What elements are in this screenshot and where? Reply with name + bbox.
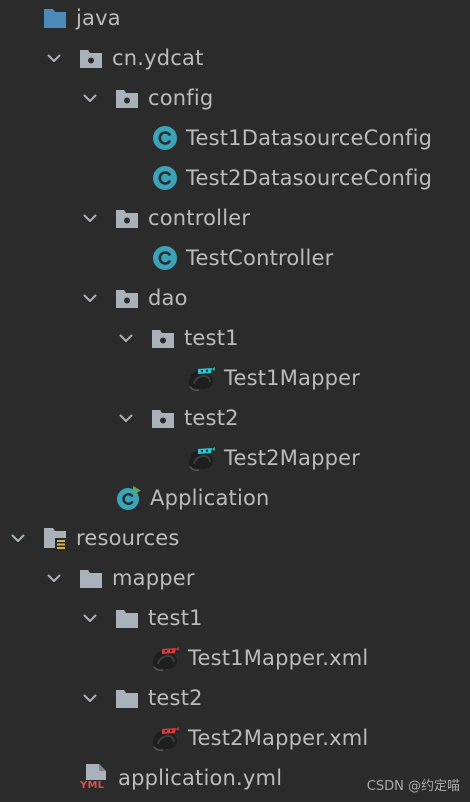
tree-node-controller[interactable]: controller <box>0 198 470 238</box>
tree-node-label: controller <box>148 206 251 230</box>
folder-icon <box>114 605 140 631</box>
tree-node-label: config <box>148 86 214 110</box>
package-folder-icon <box>78 45 104 71</box>
chevron-down-icon[interactable] <box>114 406 138 430</box>
tree-node-label: Test1DatasourceConfig <box>186 126 433 150</box>
tree-node-dao-test2[interactable]: test2 <box>0 398 470 438</box>
class-icon <box>152 125 178 151</box>
package-folder-icon <box>150 325 176 351</box>
folder-icon <box>114 685 140 711</box>
chevron-down-icon[interactable] <box>42 566 66 590</box>
package-folder-icon <box>114 285 140 311</box>
folder-blue-icon <box>42 5 68 31</box>
tree-node-mapper-test1[interactable]: test1 <box>0 598 470 638</box>
chevron-down-icon[interactable] <box>114 326 138 350</box>
resources-folder-icon <box>42 525 68 551</box>
package-folder-icon <box>114 205 140 231</box>
watermark: CSDN @约定喵 <box>366 779 460 794</box>
tree-node-application[interactable]: Application <box>0 478 470 518</box>
tree-node-label: Test1Mapper.xml <box>188 646 369 670</box>
chevron-down-icon[interactable] <box>78 286 102 310</box>
tree-node-test1-mapper[interactable]: Test1Mapper <box>0 358 470 398</box>
tree-node-label: cn.ydcat <box>112 46 204 70</box>
mybatis-xml-icon <box>150 645 180 671</box>
yml-badge: YML <box>80 780 105 791</box>
tree-node-dao[interactable]: dao <box>0 278 470 318</box>
tree-node-label: Test2DatasourceConfig <box>186 166 433 190</box>
tree-node-cn-ydcat[interactable]: cn.ydcat <box>0 38 470 78</box>
mybatis-mapper-icon <box>186 365 216 391</box>
tree-node-mapper-test2[interactable]: test2 <box>0 678 470 718</box>
tree-node-label: application.yml <box>118 766 283 790</box>
class-icon <box>152 165 178 191</box>
mybatis-mapper-icon <box>186 445 216 471</box>
tree-node-test2-mapper-xml[interactable]: Test2Mapper.xml <box>0 718 470 758</box>
package-folder-icon <box>114 85 140 111</box>
tree-node-resources[interactable]: resources <box>0 518 470 558</box>
tree-node-test-controller[interactable]: TestController <box>0 238 470 278</box>
class-icon <box>152 245 178 271</box>
tree-node-label: resources <box>76 526 180 550</box>
yml-file-icon: YML <box>80 764 112 792</box>
chevron-down-icon[interactable] <box>42 46 66 70</box>
chevron-down-icon[interactable] <box>78 206 102 230</box>
tree-node-label: dao <box>148 286 188 310</box>
chevron-down-icon[interactable] <box>78 686 102 710</box>
tree-node-label: test1 <box>184 326 239 350</box>
folder-icon <box>78 565 104 591</box>
tree-node-label: TestController <box>186 246 334 270</box>
tree-node-label: test2 <box>184 406 239 430</box>
tree-node-label: Test2Mapper.xml <box>188 726 369 750</box>
tree-node-dao-test1[interactable]: test1 <box>0 318 470 358</box>
tree-node-test2-datasource-config[interactable]: Test2DatasourceConfig <box>0 158 470 198</box>
tree-node-label: Application <box>150 486 270 510</box>
project-tree: java cn.ydcat config Test1DatasourceConf… <box>0 0 470 802</box>
package-folder-icon <box>150 405 176 431</box>
tree-node-java[interactable]: java <box>0 0 470 38</box>
tree-node-config[interactable]: config <box>0 78 470 118</box>
chevron-down-icon[interactable] <box>78 86 102 110</box>
tree-node-label: java <box>76 6 121 30</box>
mybatis-xml-icon <box>150 725 180 751</box>
tree-node-label: test2 <box>148 686 203 710</box>
tree-node-test1-mapper-xml[interactable]: Test1Mapper.xml <box>0 638 470 678</box>
tree-node-label: mapper <box>112 566 195 590</box>
tree-node-test2-mapper[interactable]: Test2Mapper <box>0 438 470 478</box>
main-class-icon <box>116 485 142 511</box>
tree-node-test1-datasource-config[interactable]: Test1DatasourceConfig <box>0 118 470 158</box>
tree-node-label: Test1Mapper <box>224 366 361 390</box>
chevron-down-icon[interactable] <box>6 526 30 550</box>
tree-node-mapper[interactable]: mapper <box>0 558 470 598</box>
chevron-down-icon[interactable] <box>78 606 102 630</box>
tree-node-label: Test2Mapper <box>224 446 361 470</box>
tree-node-label: test1 <box>148 606 203 630</box>
